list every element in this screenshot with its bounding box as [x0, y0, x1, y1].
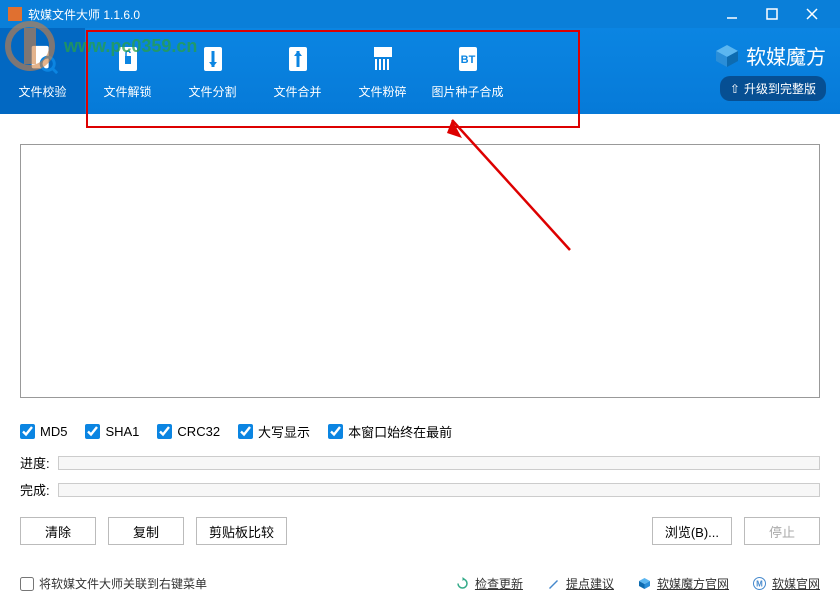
footer: 将软媒文件大师关联到右键菜单 检查更新 提点建议 软媒魔方官网 M 软媒官网 — [0, 575, 840, 592]
tab-file-shred[interactable]: 文件粉碎 — [340, 28, 425, 114]
refresh-icon — [456, 577, 470, 591]
shred-file-icon — [367, 43, 399, 75]
cube-icon — [714, 43, 740, 69]
checkbox-md5[interactable]: MD5 — [20, 424, 67, 439]
svg-text:M: M — [757, 580, 764, 589]
tab-file-unlock[interactable]: 文件解锁 — [85, 28, 170, 114]
tab-file-split[interactable]: 文件分割 — [170, 28, 255, 114]
m-icon: M — [753, 577, 767, 591]
svg-text:BT: BT — [460, 54, 475, 66]
unlock-file-icon — [112, 43, 144, 75]
clipboard-compare-button[interactable]: 剪贴板比较 — [196, 517, 287, 545]
upgrade-label: 升级到完整版 — [744, 80, 816, 97]
toolbar: 文件校验 文件解锁 文件分割 文件合并 文件粉碎 BT 图片种子合成 软媒魔方 — [0, 28, 840, 114]
upgrade-icon: ⇧ — [730, 82, 740, 96]
close-button[interactable] — [792, 0, 832, 28]
cube-small-icon — [638, 577, 652, 591]
minimize-button[interactable] — [712, 0, 752, 28]
suggest-link[interactable]: 提点建议 — [547, 575, 614, 592]
tab-file-verify[interactable]: 文件校验 — [0, 28, 85, 114]
checkbox-sha1[interactable]: SHA1 — [85, 424, 139, 439]
progress-label: 进度: — [20, 453, 50, 472]
stop-button[interactable]: 停止 — [744, 517, 820, 545]
tab-label: 文件合并 — [273, 83, 321, 100]
complete-bar — [58, 483, 820, 497]
brand-name: 软媒魔方 — [746, 41, 826, 70]
options-row: MD5 SHA1 CRC32 大写显示 本窗口始终在最前 — [0, 408, 840, 449]
upgrade-button[interactable]: ⇧ 升级到完整版 — [720, 76, 826, 101]
complete-label: 完成: — [20, 480, 50, 499]
tab-image-seed[interactable]: BT 图片种子合成 — [425, 28, 510, 114]
check-update-link[interactable]: 检查更新 — [456, 575, 523, 592]
clear-button[interactable]: 清除 — [20, 517, 96, 545]
company-site-link[interactable]: M 软媒官网 — [753, 575, 820, 592]
brand-logo: 软媒魔方 — [714, 41, 826, 70]
tab-label: 文件解锁 — [103, 83, 151, 100]
context-menu-checkbox[interactable]: 将软媒文件大师关联到右键菜单 — [20, 575, 207, 592]
progress-bar — [58, 456, 820, 470]
tab-label: 文件分割 — [188, 83, 236, 100]
search-file-icon — [27, 43, 59, 75]
tab-label: 文件校验 — [18, 83, 66, 100]
split-file-icon — [197, 43, 229, 75]
bt-file-icon: BT — [452, 43, 484, 75]
merge-file-icon — [282, 43, 314, 75]
checkbox-crc32[interactable]: CRC32 — [157, 424, 220, 439]
window-title: 软媒文件大师 1.1.6.0 — [28, 6, 140, 23]
tab-file-merge[interactable]: 文件合并 — [255, 28, 340, 114]
browse-button[interactable]: 浏览(B)... — [652, 517, 732, 545]
maximize-button[interactable] — [752, 0, 792, 28]
copy-button[interactable]: 复制 — [108, 517, 184, 545]
file-drop-area[interactable] — [20, 144, 820, 398]
tab-label: 文件粉碎 — [358, 83, 406, 100]
checkbox-topmost[interactable]: 本窗口始终在最前 — [328, 422, 452, 441]
titlebar: 软媒文件大师 1.1.6.0 — [0, 0, 840, 28]
official-site-link[interactable]: 软媒魔方官网 — [638, 575, 729, 592]
checkbox-uppercase[interactable]: 大写显示 — [238, 422, 310, 441]
pencil-icon — [547, 577, 561, 591]
app-icon — [8, 7, 22, 21]
tab-label: 图片种子合成 — [431, 83, 503, 100]
